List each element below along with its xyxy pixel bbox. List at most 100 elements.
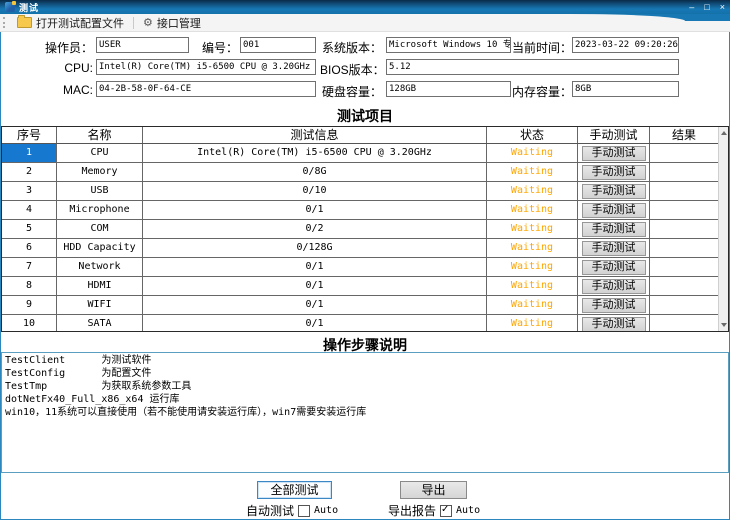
app-window: 测试 – □ × 打开测试配置文件 ⚙ 接口管理 操作员： USER 编号： 0… [0, 0, 730, 520]
manual-test-button[interactable]: 手动测试 [582, 260, 646, 275]
cell-name: Microphone [57, 201, 143, 219]
cell-no: 3 [2, 182, 57, 200]
cell-no: 9 [2, 296, 57, 314]
cell-info: 0/128G [143, 239, 487, 257]
cell-info: 0/1 [143, 315, 487, 332]
cell-info: 0/1 [143, 258, 487, 276]
mac-field[interactable]: 04-2B-58-0F-64-CE [96, 81, 316, 97]
mac-label: MAC: [20, 83, 93, 97]
memory-capacity-label: 内存容量： [512, 83, 568, 100]
open-config-label: 打开测试配置文件 [36, 15, 124, 31]
manual-test-button[interactable]: 手动测试 [582, 184, 646, 199]
cell-result [650, 277, 718, 295]
instructions-textarea[interactable]: TestClient 为测试软件 TestConfig 为配置文件 TestTm… [1, 352, 729, 473]
current-time-field[interactable]: 2023-03-22 09:20:26 [572, 37, 679, 53]
header-manual-test: 手动测试 [578, 127, 650, 143]
manual-test-button[interactable]: 手动测试 [582, 165, 646, 180]
cpu-label: CPU: [20, 61, 93, 75]
auto-test-label: 自动测试 [246, 502, 294, 519]
interface-management-label: 接口管理 [157, 15, 201, 31]
os-version-field[interactable]: Microsoft Windows 10 专 [386, 37, 511, 53]
table-row[interactable]: 10SATA0/1Waiting手动测试 [2, 315, 728, 332]
manual-test-button[interactable]: 手动测试 [582, 298, 646, 313]
cell-name: Network [57, 258, 143, 276]
hdd-capacity-field[interactable]: 128GB [386, 81, 511, 97]
auto-test-checkbox[interactable] [298, 505, 310, 517]
cell-status: Waiting [487, 182, 578, 200]
export-button[interactable]: 导出 [400, 481, 467, 499]
interface-management-button[interactable]: ⚙ 接口管理 [139, 14, 205, 32]
table-row[interactable]: 7Network0/1Waiting 手动测试 [2, 258, 728, 277]
cell-no: 1 [2, 144, 57, 162]
open-folder-icon [17, 17, 32, 28]
cell-result [650, 315, 718, 332]
close-icon[interactable]: × [720, 1, 725, 14]
cell-result [650, 182, 718, 200]
table-row[interactable]: 1CPUIntel(R) Core(TM) i5-6500 CPU @ 3.20… [2, 144, 728, 163]
table-row[interactable]: 4Microphone0/1Waiting手动测试 [2, 201, 728, 220]
cell-info: 0/8G [143, 163, 487, 181]
cell-name: HDD Capacity [57, 239, 143, 257]
header-info: 测试信息 [143, 127, 487, 143]
operator-field[interactable]: USER [96, 37, 189, 53]
number-field[interactable]: 001 [240, 37, 316, 53]
cell-status: Waiting [487, 239, 578, 257]
cell-info: 0/1 [143, 296, 487, 314]
table-row[interactable]: 2Memory0/8GWaiting 手动测试 [2, 163, 728, 182]
scrollbar-down-icon[interactable] [721, 323, 727, 327]
cell-info: 0/1 [143, 201, 487, 219]
current-time-label: 当前时间： [512, 39, 568, 56]
cell-no: 8 [2, 277, 57, 295]
bios-field[interactable]: 5.12 [386, 59, 679, 75]
maximize-icon[interactable]: □ [704, 1, 709, 14]
toolbar-separator [133, 17, 134, 29]
cell-manual-test: 手动测试 [578, 144, 650, 162]
export-report-option: Auto [456, 505, 480, 516]
cell-name: WIFI [57, 296, 143, 314]
memory-capacity-field[interactable]: 8GB [572, 81, 679, 97]
table-header-row: 序号 名称 测试信息 状态 手动测试 结果 [2, 127, 728, 144]
cell-result [650, 220, 718, 238]
cell-no: 7 [2, 258, 57, 276]
cell-name: SATA [57, 315, 143, 332]
cell-name: USB [57, 182, 143, 200]
cell-name: Memory [57, 163, 143, 181]
test-all-button[interactable]: 全部测试 [257, 481, 332, 499]
scrollbar-up-icon[interactable] [721, 131, 727, 135]
cell-status: Waiting [487, 296, 578, 314]
table-row[interactable]: 9WIFI0/1Waiting 手动测试 [2, 296, 728, 315]
manual-test-button[interactable]: 手动测试 [582, 241, 646, 256]
cell-result [650, 239, 718, 257]
manual-test-button[interactable]: 手动测试 [582, 203, 646, 218]
table-row[interactable]: 6HDD Capacity0/128GWaiting手动测试 [2, 239, 728, 258]
manual-test-button[interactable]: 手动测试 [582, 222, 646, 237]
header-no: 序号 [2, 127, 57, 143]
cell-status: Waiting [487, 315, 578, 332]
table-row[interactable]: 3USB0/10Waiting手动测试 [2, 182, 728, 201]
manual-test-button[interactable]: 手动测试 [582, 317, 646, 332]
table-row[interactable]: 8HDMI0/1Waiting手动测试 [2, 277, 728, 296]
open-config-button[interactable]: 打开测试配置文件 [13, 14, 128, 32]
cpu-field[interactable]: Intel(R) Core(TM) i5-6500 CPU @ 3.20GHz [96, 59, 316, 75]
cell-status: Waiting [487, 144, 578, 162]
hdd-capacity-label: 硬盘容量： [320, 83, 382, 100]
manual-test-button[interactable]: 手动测试 [582, 146, 646, 161]
cell-result [650, 144, 718, 162]
cell-name: CPU [57, 144, 143, 162]
table-row[interactable]: 5COM0/2Waiting手动测试 [2, 220, 728, 239]
cell-status: Waiting [487, 220, 578, 238]
cell-status: Waiting [487, 163, 578, 181]
cell-info: 0/2 [143, 220, 487, 238]
cell-manual-test: 手动测试 [578, 220, 650, 238]
cell-info: 0/1 [143, 277, 487, 295]
table-scrollbar[interactable] [718, 127, 728, 331]
window-title: 测试 [19, 1, 39, 14]
cell-no: 2 [2, 163, 57, 181]
export-report-checkbox[interactable] [440, 505, 452, 517]
manual-test-button[interactable]: 手动测试 [582, 279, 646, 294]
header-name: 名称 [57, 127, 143, 143]
cell-status: Waiting [487, 258, 578, 276]
minimize-icon[interactable]: – [689, 1, 694, 14]
header-status: 状态 [487, 127, 578, 143]
cell-result [650, 258, 718, 276]
